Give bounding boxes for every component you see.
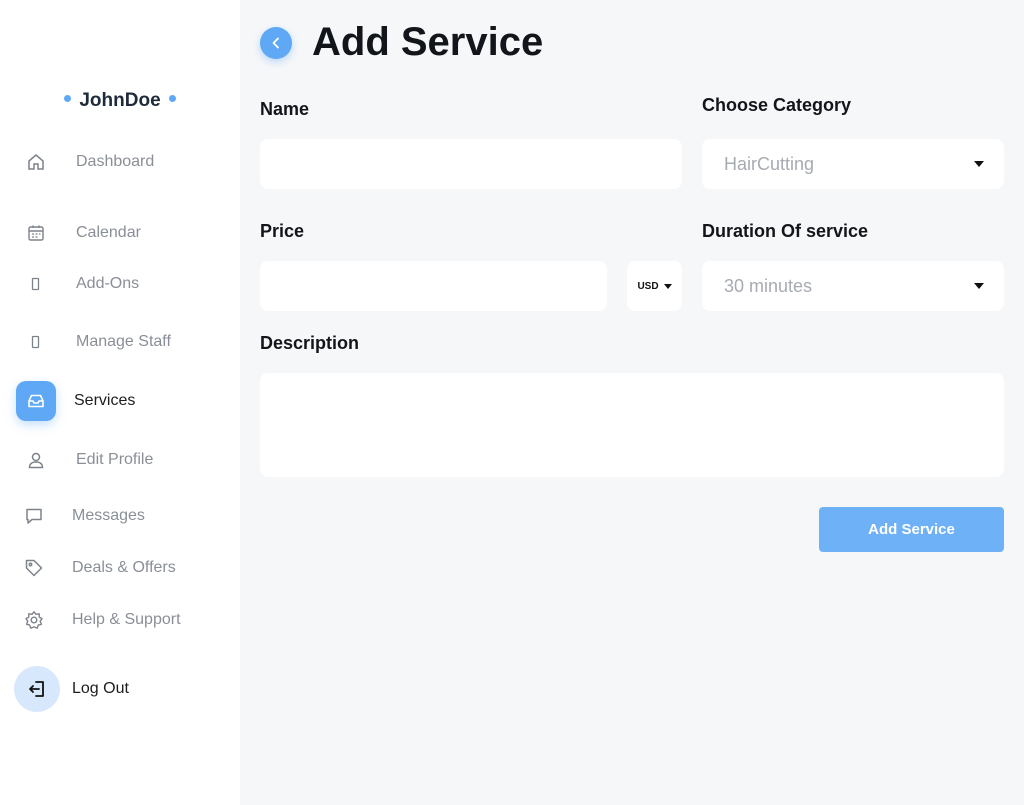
sidebar-item-calendar[interactable]: Calendar (16, 213, 226, 253)
inbox-icon (16, 381, 56, 421)
currency-select[interactable]: USD (627, 261, 682, 311)
logout-icon (14, 666, 60, 712)
duration-select[interactable]: 30 minutes (702, 261, 1004, 311)
add-ons-icon (16, 264, 56, 304)
back-button[interactable] (260, 27, 292, 59)
sidebar: JohnDoe Dashboard Calendar Add-Ons Manag… (0, 0, 240, 805)
sidebar-item-services[interactable]: Services (16, 381, 226, 421)
description-field[interactable] (260, 373, 1004, 477)
tag-icon (16, 548, 52, 588)
category-label: Choose Category (702, 95, 852, 115)
description-label: Description (260, 333, 360, 353)
user-header: JohnDoe (0, 90, 240, 112)
sidebar-item-label: Messages (72, 507, 145, 524)
logout-button[interactable]: Log Out (14, 666, 226, 712)
sidebar-item-manage-staff[interactable]: Manage Staff (16, 322, 226, 362)
price-label: Price (260, 221, 305, 241)
add-service-button[interactable]: Add Service (819, 507, 1004, 552)
chevron-down-icon (663, 283, 672, 289)
sidebar-item-label: Deals & Offers (72, 559, 176, 576)
name-label: Name (260, 99, 310, 119)
chat-icon (16, 496, 52, 536)
duration-label: Duration Of service (702, 221, 869, 241)
sidebar-item-label: Calendar (76, 224, 141, 241)
sidebar-item-messages[interactable]: Messages (16, 496, 226, 536)
duration-value: 30 minutes (724, 275, 813, 296)
sidebar-item-label: Dashboard (76, 153, 155, 170)
chevron-down-icon (974, 161, 984, 167)
sidebar-item-add-ons[interactable]: Add-Ons (16, 264, 226, 304)
category-value: HairCutting (724, 153, 815, 174)
description-textarea[interactable] (260, 373, 1004, 477)
name-input[interactable] (260, 139, 682, 189)
sidebar-item-label: Add-Ons (76, 275, 140, 292)
sidebar-item-edit-profile[interactable]: Edit Profile (16, 440, 226, 480)
dot-decoration (64, 95, 72, 103)
username: JohnDoe (79, 90, 161, 111)
staff-icon (16, 322, 56, 362)
sidebar-item-label: Services (74, 392, 136, 409)
main-content: Add Service Name Choose Category HairCut… (240, 0, 1024, 805)
chevron-left-icon (272, 37, 279, 49)
name-field[interactable] (260, 139, 682, 189)
category-select[interactable]: HairCutting (702, 139, 1004, 189)
chevron-down-icon (974, 283, 984, 289)
currency-value: USD (637, 280, 659, 292)
sidebar-item-label: Help & Support (72, 611, 181, 628)
price-field[interactable] (260, 261, 607, 311)
page-title: Add Service (312, 20, 544, 64)
dot-decoration (168, 95, 176, 103)
price-input[interactable] (260, 261, 607, 311)
logout-label: Log Out (72, 680, 129, 697)
gear-icon (16, 600, 52, 640)
sidebar-item-label: Manage Staff (76, 333, 171, 350)
home-icon (16, 142, 56, 182)
sidebar-item-help-support[interactable]: Help & Support (16, 600, 226, 640)
calendar-icon (16, 213, 56, 253)
sidebar-item-label: Edit Profile (76, 451, 154, 468)
sidebar-item-deals-offers[interactable]: Deals & Offers (16, 548, 226, 588)
sidebar-item-dashboard[interactable]: Dashboard (16, 142, 226, 182)
user-icon (16, 440, 56, 480)
